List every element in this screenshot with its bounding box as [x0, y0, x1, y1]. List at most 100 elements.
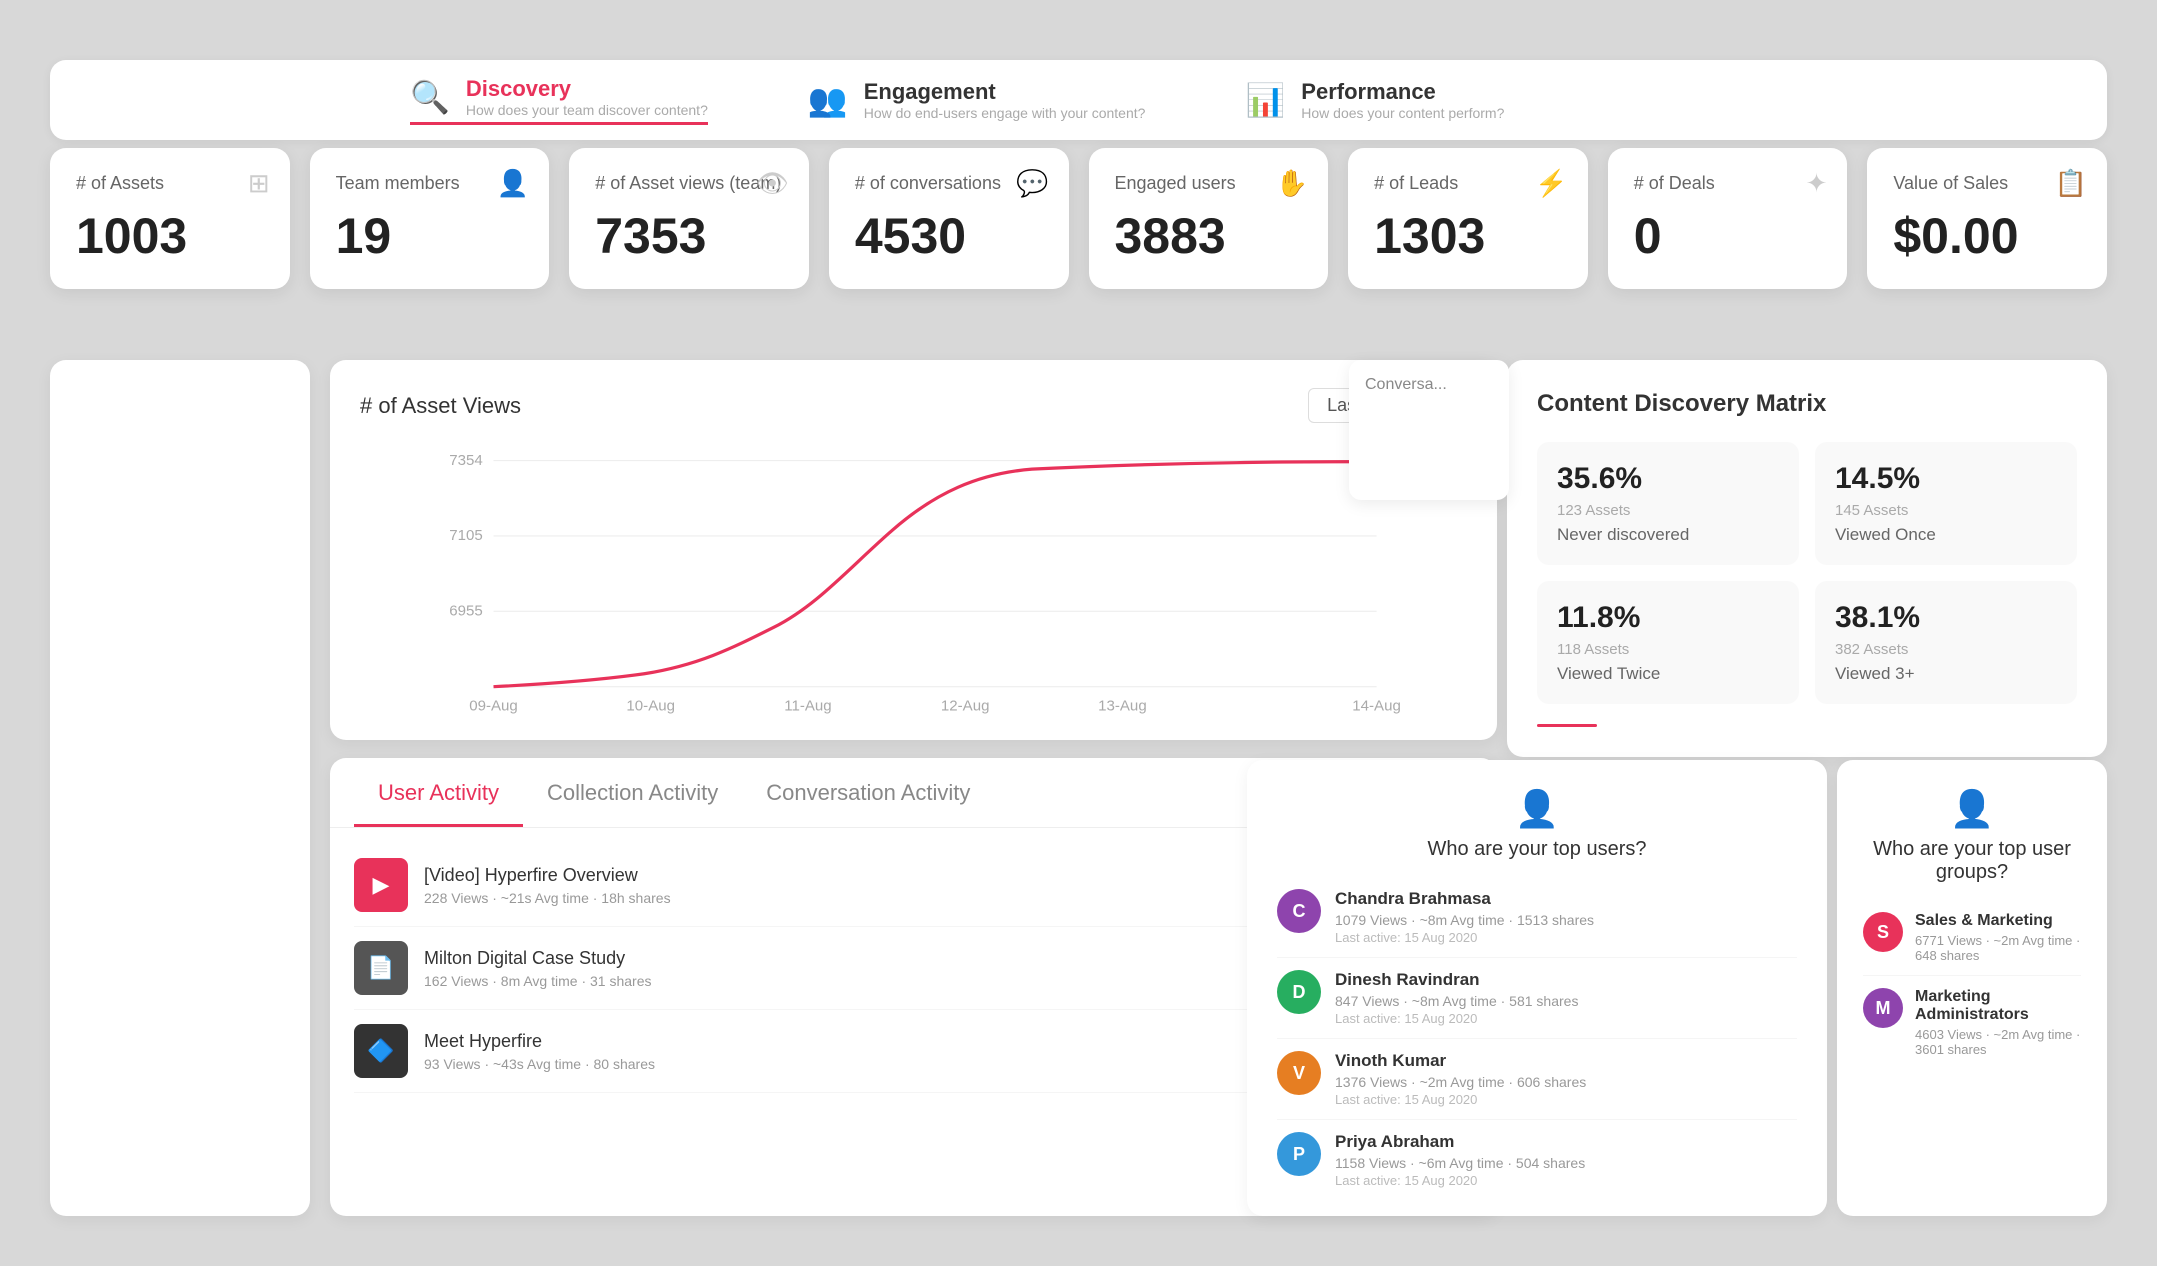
- tab-conversation-activity[interactable]: Conversation Activity: [742, 758, 994, 827]
- conversations-overlay: Conversa...: [1349, 360, 1509, 500]
- matrix-pct-2: 11.8%: [1557, 601, 1779, 635]
- asset-views-chart: 7354 7105 6955 09-Aug 10-Aug 11-Aug 12-A…: [360, 439, 1467, 719]
- activity-title-0: [Video] Hyperfire Overview: [424, 865, 671, 886]
- conversations-label: Conversa...: [1365, 376, 1493, 394]
- chart-title: # of Asset Views: [360, 393, 521, 419]
- metric-label-team: Team members: [336, 172, 524, 195]
- tab-engagement-title: Engagement: [864, 79, 1146, 105]
- svg-text:10-Aug: 10-Aug: [626, 697, 675, 714]
- views-icon: 👁: [756, 168, 789, 199]
- matrix-cell-1: 14.5% 145 Assets Viewed Once: [1815, 442, 2077, 565]
- matrix-count-3: 382 Assets: [1835, 641, 2057, 658]
- deals-icon: ✦: [1806, 168, 1828, 199]
- user-stats-2: 1376 Views · ~2m Avg time · 606 shares: [1335, 1074, 1586, 1090]
- discovery-matrix-card: Content Discovery Matrix 35.6% 123 Asset…: [1507, 360, 2107, 757]
- matrix-label-0: Never discovered: [1557, 525, 1779, 545]
- user-avatar-0: C: [1277, 889, 1321, 933]
- top-groups-title: Who are your top user groups?: [1863, 838, 2081, 884]
- matrix-cell-0: 35.6% 123 Assets Never discovered: [1537, 442, 1799, 565]
- svg-text:7105: 7105: [449, 527, 483, 544]
- user-item-3: P Priya Abraham 1158 Views · ~6m Avg tim…: [1277, 1120, 1797, 1200]
- activity-meta-2: 93 Views · ~43s Avg time · 80 shares: [424, 1056, 655, 1072]
- metric-label-engaged: Engaged users: [1115, 172, 1303, 195]
- assets-icon: ⊞: [248, 168, 270, 199]
- svg-text:13-Aug: 13-Aug: [1098, 697, 1147, 714]
- group-avatar-1: M: [1863, 988, 1903, 1028]
- metric-value-deals: 0: [1634, 207, 1822, 265]
- discovery-icon: 🔍: [410, 78, 450, 116]
- user-stats-0: 1079 Views · ~8m Avg time · 1513 shares: [1335, 912, 1594, 928]
- metric-label-leads: # of Leads: [1374, 172, 1562, 195]
- user-stats-3: 1158 Views · ~6m Avg time · 504 shares: [1335, 1155, 1585, 1171]
- group-item-0: S Sales & Marketing 6771 Views · ~2m Avg…: [1863, 900, 2081, 976]
- tab-engagement[interactable]: 👥 Engagement How do end-users engage wit…: [808, 76, 1146, 125]
- svg-text:7354: 7354: [449, 452, 483, 469]
- metric-value-views: 7353: [595, 207, 783, 265]
- activity-title-2: Meet Hyperfire: [424, 1031, 655, 1052]
- matrix-cell-2: 11.8% 118 Assets Viewed Twice: [1537, 581, 1799, 704]
- metric-value-conversations: 4530: [855, 207, 1043, 265]
- activity-title-1: Milton Digital Case Study: [424, 948, 651, 969]
- activity-thumb-1: 📄: [354, 941, 408, 995]
- metric-card-assets: ⊞ # of Assets 1003: [50, 148, 290, 289]
- user-item-0: C Chandra Brahmasa 1079 Views · ~8m Avg …: [1277, 877, 1797, 958]
- group-item-1: M Marketing Administrators 4603 Views · …: [1863, 976, 2081, 1069]
- svg-text:12-Aug: 12-Aug: [941, 697, 990, 714]
- activity-thumb-2: 🔷: [354, 1024, 408, 1078]
- group-avatar-0: S: [1863, 912, 1903, 952]
- tab-collection-activity[interactable]: Collection Activity: [523, 758, 742, 827]
- top-users-card: 👤 Who are your top users? C Chandra Brah…: [1247, 760, 1827, 1216]
- matrix-label-3: Viewed 3+: [1835, 664, 2057, 684]
- conversations-icon: 💬: [1016, 168, 1048, 199]
- matrix-count-1: 145 Assets: [1835, 502, 2057, 519]
- group-name-1: Marketing Administrators: [1915, 988, 2081, 1024]
- user-item-2: V Vinoth Kumar 1376 Views · ~2m Avg time…: [1277, 1039, 1797, 1120]
- activity-meta-1: 162 Views · 8m Avg time · 31 shares: [424, 973, 651, 989]
- user-name-3: Priya Abraham: [1335, 1132, 1585, 1152]
- engagement-icon: 👥: [808, 81, 848, 119]
- group-stats-0: 6771 Views · ~2m Avg time · 648 shares: [1915, 933, 2081, 963]
- tab-performance-title: Performance: [1301, 79, 1504, 105]
- matrix-label-1: Viewed Once: [1835, 525, 2057, 545]
- svg-text:11-Aug: 11-Aug: [784, 697, 831, 714]
- tab-user-activity[interactable]: User Activity: [354, 758, 523, 827]
- metric-card-leads: ⚡ # of Leads 1303: [1348, 148, 1588, 289]
- group-name-0: Sales & Marketing: [1915, 912, 2081, 930]
- group-stats-1: 4603 Views · ~2m Avg time · 3601 shares: [1915, 1027, 2081, 1057]
- user-avatar-2: V: [1277, 1051, 1321, 1095]
- user-stats-1: 847 Views · ~8m Avg time · 581 shares: [1335, 993, 1578, 1009]
- user-avatar-3: P: [1277, 1132, 1321, 1176]
- user-lastactive-2: Last active: 15 Aug 2020: [1335, 1092, 1586, 1107]
- tab-engagement-subtitle: How do end-users engage with your conten…: [864, 105, 1146, 121]
- user-name-0: Chandra Brahmasa: [1335, 889, 1594, 909]
- user-avatar-1: D: [1277, 970, 1321, 1014]
- matrix-pct-1: 14.5%: [1835, 462, 2057, 496]
- top-groups-card: 👤 Who are your top user groups? S Sales …: [1837, 760, 2107, 1216]
- user-item-1: D Dinesh Ravindran 847 Views · ~8m Avg t…: [1277, 958, 1797, 1039]
- top-groups-icon: 👤: [1863, 788, 2081, 830]
- discovery-matrix-title: Content Discovery Matrix: [1537, 390, 2077, 418]
- matrix-cell-3: 38.1% 382 Assets Viewed 3+: [1815, 581, 2077, 704]
- metric-card-engaged: ✋ Engaged users 3883: [1089, 148, 1329, 289]
- metric-label-conversations: # of conversations: [855, 172, 1043, 195]
- performance-icon: 📊: [1245, 81, 1285, 119]
- metric-label-views: # of Asset views (team): [595, 172, 783, 195]
- matrix-pct-0: 35.6%: [1557, 462, 1779, 496]
- matrix-count-0: 123 Assets: [1557, 502, 1779, 519]
- tab-performance[interactable]: 📊 Performance How does your content perf…: [1245, 76, 1504, 125]
- metric-label-assets: # of Assets: [76, 172, 264, 195]
- user-lastactive-0: Last active: 15 Aug 2020: [1335, 930, 1594, 945]
- user-name-2: Vinoth Kumar: [1335, 1051, 1586, 1071]
- tab-performance-subtitle: How does your content perform?: [1301, 105, 1504, 121]
- metric-card-deals: ✦ # of Deals 0: [1608, 148, 1848, 289]
- top-users-title: Who are your top users?: [1277, 838, 1797, 861]
- tab-discovery[interactable]: 🔍 Discovery How does your team discover …: [410, 76, 708, 125]
- metric-label-deals: # of Deals: [1634, 172, 1822, 195]
- user-lastactive-3: Last active: 15 Aug 2020: [1335, 1173, 1585, 1188]
- left-panel: [50, 360, 310, 1216]
- leads-icon: ⚡: [1535, 168, 1567, 199]
- svg-text:6955: 6955: [449, 603, 483, 620]
- user-name-1: Dinesh Ravindran: [1335, 970, 1578, 990]
- chart-card: # of Asset Views Last 7 Days ▼ 73: [330, 360, 1497, 740]
- chart-line: [494, 462, 1377, 687]
